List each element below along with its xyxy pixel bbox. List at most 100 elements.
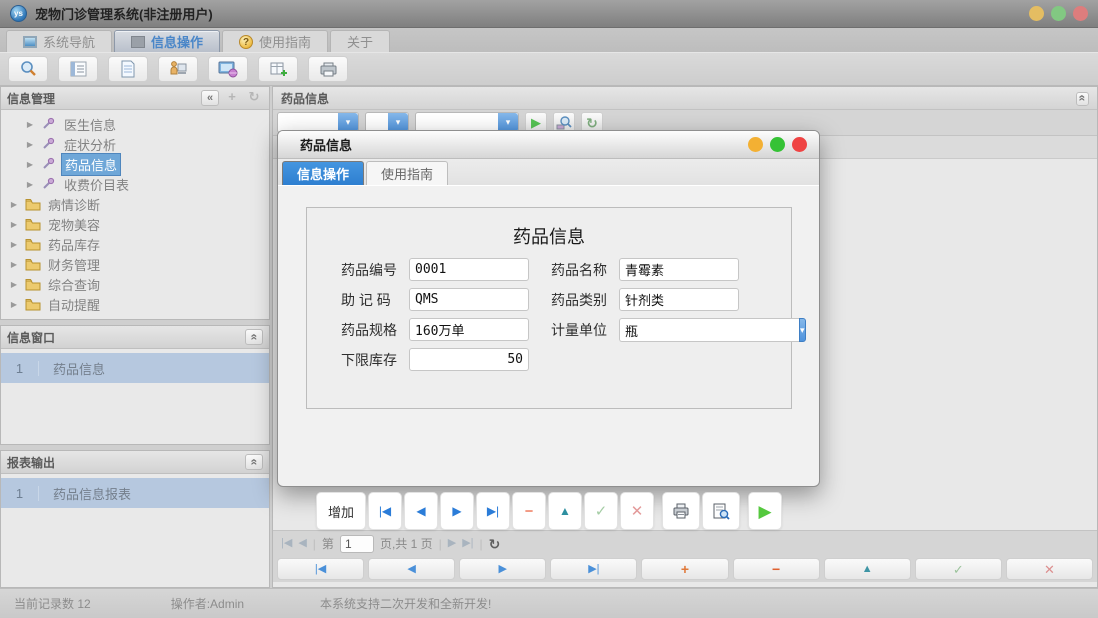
collapse-up-icon[interactable]: «	[1076, 92, 1089, 106]
sidebar: 信息管理 « + ↻ ▶ 医生信息 ▶	[0, 86, 270, 588]
dialog-close-icon[interactable]	[792, 137, 807, 152]
print-setup-button[interactable]	[308, 56, 348, 82]
expand-icon[interactable]: ▶	[9, 220, 19, 229]
document-icon	[120, 60, 136, 78]
preview-button[interactable]	[702, 492, 740, 530]
prev-record-button[interactable]: ◀	[404, 492, 438, 530]
spec-field[interactable]	[409, 318, 529, 341]
dialog-tab-info-operation[interactable]: 信息操作	[282, 161, 364, 185]
dialog-minimize-icon[interactable]	[748, 137, 763, 152]
tab-system-nav[interactable]: 系统导航	[6, 30, 112, 52]
expand-icon[interactable]: ▶	[9, 200, 19, 209]
grid-icon	[131, 36, 145, 48]
report-row-drug-report[interactable]: 1 药品信息报表	[1, 478, 269, 508]
grid-next-button[interactable]: ▶	[459, 558, 546, 580]
last-page-icon[interactable]: ▶|	[462, 538, 473, 549]
expand-icon[interactable]: ▶	[9, 240, 19, 249]
refresh-icon[interactable]: ↻	[245, 90, 263, 106]
refresh-page-icon[interactable]: ↻	[489, 537, 501, 551]
tree-item-query[interactable]: ▶ 综合查询	[1, 274, 269, 294]
dialog-maximize-icon[interactable]	[770, 137, 785, 152]
next-record-button[interactable]: ▶	[440, 492, 474, 530]
grid-add-button[interactable]: +	[641, 558, 728, 580]
search-icon	[19, 60, 38, 79]
tab-info-operation[interactable]: 信息操作	[114, 30, 220, 52]
grid-first-button[interactable]: |◀	[277, 558, 364, 580]
prev-page-icon[interactable]: ◀	[298, 538, 306, 549]
maximize-icon[interactable]	[1051, 6, 1066, 21]
cancel-icon: ✕	[631, 504, 644, 519]
tree-item-finance[interactable]: ▶ 财务管理	[1, 254, 269, 274]
expand-icon[interactable]: ▶	[9, 280, 19, 289]
form-view-button[interactable]	[58, 56, 98, 82]
document-button[interactable]	[108, 56, 148, 82]
first-record-button[interactable]: |◀	[368, 492, 402, 530]
tree-item-drug-inventory[interactable]: ▶ 药品库存	[1, 234, 269, 254]
last-record-button[interactable]: ▶|	[476, 492, 510, 530]
tree-item-doctor-info[interactable]: ▶ 医生信息	[1, 114, 269, 134]
tab-label: 使用指南	[259, 32, 311, 51]
drug-code-field[interactable]	[409, 258, 529, 281]
run-button[interactable]: ▶	[748, 492, 782, 530]
tab-user-guide[interactable]: ? 使用指南	[222, 30, 328, 52]
mnemonic-field[interactable]	[409, 288, 529, 311]
monitor-icon	[23, 36, 37, 48]
expand-icon[interactable]: ▶	[25, 160, 35, 169]
grid-cancel-button[interactable]: ✕	[1006, 558, 1093, 580]
tree-item-pet-grooming[interactable]: ▶ 宠物美容	[1, 214, 269, 234]
category-field[interactable]	[619, 288, 739, 311]
dialog-tab-user-guide[interactable]: 使用指南	[366, 161, 448, 185]
drug-name-field[interactable]	[619, 258, 739, 281]
main-tabbar: 系统导航 信息操作 ? 使用指南 关于	[0, 28, 1098, 52]
collapse-up-icon[interactable]: «	[245, 454, 263, 470]
unit-combo[interactable]: ▾	[619, 318, 740, 342]
user-report-button[interactable]	[158, 56, 198, 82]
window-view-button[interactable]	[208, 56, 248, 82]
collapse-up-icon[interactable]: «	[245, 329, 263, 345]
expand-icon[interactable]: ▶	[25, 120, 35, 129]
dialog-body: 药品信息 药品编号 药品名称 助 记 码 药品类别	[278, 185, 819, 432]
add-button[interactable]: 增加	[316, 492, 366, 530]
table-add-button[interactable]	[258, 56, 298, 82]
tab-about[interactable]: 关于	[330, 30, 390, 52]
tree-item-reminder[interactable]: ▶ 自动提醒	[1, 294, 269, 314]
expand-icon[interactable]: ▶	[25, 140, 35, 149]
add-icon[interactable]: +	[223, 90, 241, 106]
tree-item-price-list[interactable]: ▶ 收费价目表	[1, 174, 269, 194]
tree-label: 收费价目表	[61, 174, 132, 195]
panel-title: 报表输出	[7, 454, 55, 471]
close-icon[interactable]	[1073, 6, 1088, 21]
tree-item-symptom-analysis[interactable]: ▶ 症状分析	[1, 134, 269, 154]
tree-item-diagnosis[interactable]: ▶ 病情诊断	[1, 194, 269, 214]
expand-icon[interactable]: ▶	[9, 300, 19, 309]
minimize-icon[interactable]	[1029, 6, 1044, 21]
grid-prev-button[interactable]: ◀	[368, 558, 455, 580]
print-button[interactable]	[662, 492, 700, 530]
tree-item-drug-info[interactable]: ▶ 药品信息	[1, 154, 269, 174]
chevron-down-icon[interactable]: ▾	[799, 318, 806, 342]
dialog-titlebar[interactable]: 药品信息	[278, 131, 819, 159]
search-button[interactable]	[8, 56, 48, 82]
cancel-button[interactable]: ✕	[620, 492, 654, 530]
confirm-button[interactable]: ✓	[584, 492, 618, 530]
expand-icon[interactable]: ▶	[9, 260, 19, 269]
collapse-left-icon[interactable]: «	[201, 90, 219, 106]
printer-icon	[319, 62, 338, 77]
grid-confirm-button[interactable]: ✓	[915, 558, 1002, 580]
grid-edit-button[interactable]: ▲	[824, 558, 911, 580]
first-page-icon[interactable]: |◀	[281, 538, 292, 549]
min-stock-field[interactable]	[409, 348, 529, 371]
panel-info-management: 信息管理 « + ↻ ▶ 医生信息 ▶	[0, 86, 270, 320]
info-window-row-drug-info[interactable]: 1 药品信息	[1, 353, 269, 383]
next-page-icon[interactable]: ▶	[448, 538, 456, 549]
prev-record-icon: ◀	[416, 505, 425, 517]
grid-last-button[interactable]: ▶|	[550, 558, 637, 580]
unit-field[interactable]	[619, 318, 799, 342]
expand-icon[interactable]: ▶	[25, 180, 35, 189]
delete-button[interactable]: −	[512, 492, 546, 530]
min-stock-label: 下限库存	[341, 350, 409, 370]
drug-info-groupbox: 药品信息 药品编号 药品名称 助 记 码 药品类别	[306, 207, 792, 409]
edit-button[interactable]: ▲	[548, 492, 582, 530]
grid-delete-button[interactable]: −	[733, 558, 820, 580]
page-number-input[interactable]	[340, 535, 374, 553]
